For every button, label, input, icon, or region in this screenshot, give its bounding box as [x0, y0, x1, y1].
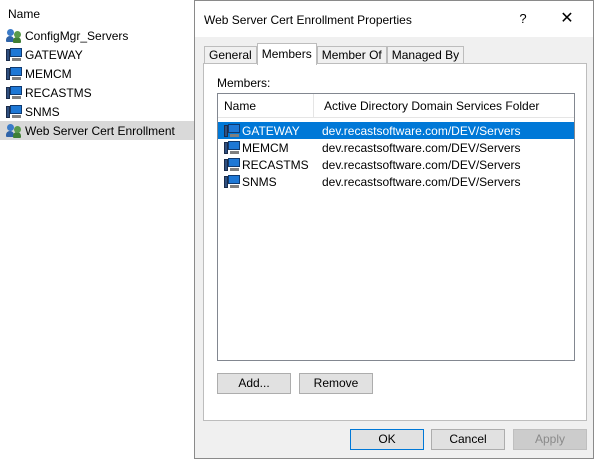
computer-icon [6, 66, 22, 81]
list-item-configmgr-servers[interactable]: ConfigMgr_Servers [0, 26, 200, 45]
background-list-pane: Name ConfigMgr_Servers GATEWAY MEMCM REC… [0, 0, 200, 459]
table-row[interactable]: MEMCM dev.recastsoftware.com/DEV/Servers [218, 139, 574, 156]
list-item-memcm[interactable]: MEMCM [0, 64, 200, 83]
members-tab-panel: Members: Name Active Directory Domain Se… [203, 63, 587, 421]
name-cell: RECASTMS [218, 157, 322, 172]
column-header-name[interactable]: Name [218, 94, 314, 118]
computer-icon [6, 85, 22, 100]
name-cell: GATEWAY [218, 123, 322, 138]
ok-button[interactable]: OK [350, 429, 424, 450]
member-folder: dev.recastsoftware.com/DEV/Servers [322, 140, 521, 155]
help-button[interactable]: ? [505, 7, 541, 31]
computer-icon [224, 123, 240, 138]
tab-strip: General Members Member Of Managed By [204, 43, 465, 65]
computer-icon [224, 157, 240, 172]
member-folder: dev.recastsoftware.com/DEV/Servers [322, 157, 521, 172]
list-item-label: GATEWAY [25, 47, 83, 62]
object-list: ConfigMgr_Servers GATEWAY MEMCM RECASTMS… [0, 26, 200, 140]
member-name: RECASTMS [242, 157, 309, 172]
cancel-button[interactable]: Cancel [431, 429, 505, 450]
screen: Name ConfigMgr_Servers GATEWAY MEMCM REC… [0, 0, 594, 459]
tab-members[interactable]: Members [256, 43, 317, 65]
dialog-titlebar[interactable]: Web Server Cert Enrollment Properties ? … [195, 1, 593, 37]
dialog-title: Web Server Cert Enrollment Properties [204, 13, 412, 27]
add-button[interactable]: Add... [217, 373, 291, 394]
computer-icon [224, 174, 240, 189]
table-row[interactable]: RECASTMS dev.recastsoftware.com/DEV/Serv… [218, 156, 574, 173]
table-row[interactable]: SNMS dev.recastsoftware.com/DEV/Servers [218, 173, 574, 190]
listview-rows: GATEWAY dev.recastsoftware.com/DEV/Serve… [218, 122, 574, 190]
table-row[interactable]: GATEWAY dev.recastsoftware.com/DEV/Serve… [218, 122, 574, 139]
apply-button[interactable]: Apply [513, 429, 587, 450]
name-cell: SNMS [218, 174, 322, 189]
name-cell: MEMCM [218, 140, 322, 155]
list-item-label: RECASTMS [25, 85, 92, 100]
member-name: GATEWAY [242, 123, 300, 138]
members-label: Members: [217, 76, 271, 90]
computer-icon [6, 104, 22, 119]
members-listview[interactable]: Name Active Directory Domain Services Fo… [217, 93, 575, 361]
list-item-label: SNMS [25, 104, 60, 119]
list-item-gateway[interactable]: GATEWAY [0, 45, 200, 64]
list-item-label: MEMCM [25, 66, 72, 81]
member-name: MEMCM [242, 140, 289, 155]
group-icon [6, 28, 22, 43]
list-item-snms[interactable]: SNMS [0, 102, 200, 121]
list-item-label: ConfigMgr_Servers [25, 28, 129, 43]
member-name: SNMS [242, 174, 277, 189]
properties-dialog: Web Server Cert Enrollment Properties ? … [194, 0, 594, 459]
listview-header: Name Active Directory Domain Services Fo… [218, 94, 574, 118]
remove-button[interactable]: Remove [299, 373, 373, 394]
computer-icon [224, 140, 240, 155]
group-icon [6, 123, 22, 138]
close-button[interactable]: ✕ [549, 7, 585, 31]
list-item-label: Web Server Cert Enrollment [25, 123, 175, 138]
member-folder: dev.recastsoftware.com/DEV/Servers [322, 123, 521, 138]
column-header-name[interactable]: Name [8, 7, 40, 21]
computer-icon [6, 47, 22, 62]
list-item-recastms[interactable]: RECASTMS [0, 83, 200, 102]
column-header-folder[interactable]: Active Directory Domain Services Folder [314, 94, 574, 118]
member-folder: dev.recastsoftware.com/DEV/Servers [322, 174, 521, 189]
list-item-web-server-cert-enrollment[interactable]: Web Server Cert Enrollment [0, 121, 200, 140]
